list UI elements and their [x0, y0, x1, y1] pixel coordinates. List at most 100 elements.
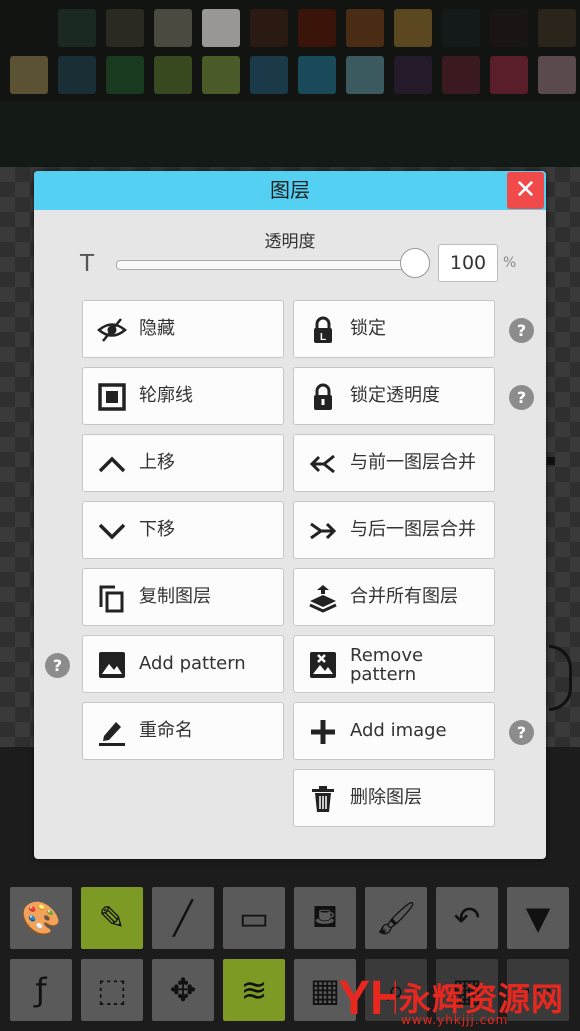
opacity-slider-handle[interactable] [400, 248, 430, 278]
layers-tool-button[interactable]: ≋ [223, 959, 285, 1021]
palette-swatch[interactable] [202, 56, 240, 94]
watermark-logo: YH [338, 972, 396, 1024]
fill-bucket-tool-button[interactable]: ⛾ [294, 887, 356, 949]
palette-swatch[interactable] [106, 9, 144, 47]
dialog-title: 图层 [270, 178, 310, 202]
delete-layer-label: 删除图层 [350, 787, 422, 808]
layers-merge-icon [309, 585, 337, 613]
lock-transparency-label: 锁定透明度 [350, 385, 440, 406]
close-button[interactable]: ✕ [507, 172, 544, 209]
undo-tool-button[interactable]: ↶ [436, 887, 498, 949]
add-pattern-button[interactable]: Add pattern [82, 635, 284, 693]
merge-all-layers-button[interactable]: 合并所有图层 [293, 568, 495, 626]
help-icon[interactable]: ? [509, 318, 534, 343]
eyedropper-tool-button[interactable]: ╱ [152, 887, 214, 949]
canvas-stroke [547, 457, 555, 465]
undo-icon: ↶ [453, 899, 481, 937]
merge-next-icon [310, 522, 337, 540]
transform-tool-button[interactable]: ⬚ [81, 959, 143, 1021]
hide-button[interactable]: 隐藏 [82, 300, 284, 358]
trash-icon [312, 786, 334, 812]
palette-swatch[interactable] [298, 56, 336, 94]
merge-next-button[interactable]: 与后一图层合并 [293, 501, 495, 559]
merge-previous-icon [309, 454, 335, 474]
opacity-input[interactable]: 100 [438, 244, 498, 282]
pencil-icon: ✎ [98, 899, 126, 937]
palette-swatch[interactable] [154, 56, 192, 94]
remove-pattern-button[interactable]: Remove pattern [293, 635, 495, 693]
image-remove-icon [310, 652, 336, 678]
palette-swatch[interactable] [154, 9, 192, 47]
move-down-label: 下移 [139, 519, 175, 540]
move-up-button[interactable]: 上移 [82, 434, 284, 492]
brush-tool-button[interactable]: 🖌 [365, 887, 427, 949]
palette-swatch[interactable] [538, 9, 576, 47]
help-icon[interactable]: ? [45, 653, 70, 678]
merge-previous-button[interactable]: 与前一图层合并 [293, 434, 495, 492]
palette-swatch[interactable] [346, 9, 384, 47]
palette-swatch[interactable] [250, 56, 288, 94]
outline-square-icon [98, 383, 126, 411]
lock-icon [314, 383, 332, 410]
dropdown-icon: ▼ [525, 899, 551, 937]
remove-pattern-label: Remove pattern [350, 645, 424, 685]
pencil-icon [99, 722, 125, 746]
palette-swatch[interactable] [538, 56, 576, 94]
palette-swatch[interactable] [106, 56, 144, 94]
move-tool-button[interactable]: ✥ [152, 959, 214, 1021]
eraser-tool-button[interactable]: ▭ [223, 887, 285, 949]
lock-transparency-button[interactable]: 锁定透明度 [293, 367, 495, 425]
move-down-button[interactable]: 下移 [82, 501, 284, 559]
help-icon[interactable]: ? [509, 720, 534, 745]
palette-swatch[interactable] [442, 56, 480, 94]
palette-swatch[interactable] [298, 9, 336, 47]
rename-button[interactable]: 重命名 [82, 702, 284, 760]
outline-label: 轮廓线 [139, 385, 193, 406]
canvas-stroke [549, 645, 572, 711]
help-icon[interactable]: ? [509, 385, 534, 410]
rename-label: 重命名 [139, 720, 193, 741]
svg-text:L: L [320, 332, 326, 343]
layer-dialog: 图层 ✕ 透明度 T 100 % 隐藏 L 锁定 ? 轮廓线 锁定透明度 ? 上… [34, 171, 546, 859]
move-up-label: 上移 [139, 452, 175, 473]
image-icon [99, 652, 125, 678]
fx-tool-button[interactable]: ƒ [10, 959, 72, 1021]
palette-swatch[interactable] [394, 56, 432, 94]
watermark-url: www.yhkjjj.com [401, 1013, 509, 1027]
palette-swatch[interactable] [58, 56, 96, 94]
palette-swatch[interactable] [10, 56, 48, 94]
pencil-tool-button[interactable]: ✎ [81, 887, 143, 949]
palette-swatch[interactable] [490, 9, 528, 47]
palette-swatch[interactable] [202, 9, 240, 47]
palette-swatch[interactable] [58, 9, 96, 47]
delete-layer-button[interactable]: 删除图层 [293, 769, 495, 827]
outline-button[interactable]: 轮廓线 [82, 367, 284, 425]
eraser-icon: ▭ [238, 899, 270, 937]
palette-swatch[interactable] [250, 9, 288, 47]
palette-swatch[interactable] [442, 9, 480, 47]
move-icon: ✥ [169, 971, 197, 1009]
lock-icon: L [314, 316, 332, 343]
eyedropper-icon: ╱ [173, 899, 193, 937]
palette-swatch[interactable] [394, 9, 432, 47]
opacity-slider[interactable] [116, 260, 416, 270]
palette-swatch[interactable] [490, 56, 528, 94]
opacity-label: 透明度 [264, 232, 316, 252]
add-image-button[interactable]: Add image [293, 702, 495, 760]
plus-icon [311, 720, 335, 744]
copy-icon [99, 585, 124, 613]
dropdown-tool-button[interactable]: ▼ [507, 887, 569, 949]
percent-unit: % [503, 255, 517, 271]
text-t-icon: T [80, 251, 95, 277]
duplicate-layer-button[interactable]: 复制图层 [82, 568, 284, 626]
eye-slash-icon [97, 318, 127, 342]
merge-next-label: 与后一图层合并 [350, 519, 476, 540]
merge-all-layers-label: 合并所有图层 [350, 586, 458, 607]
palette-swatch[interactable] [346, 56, 384, 94]
palette-separator [0, 102, 580, 167]
palette-tool-button[interactable]: 🎨 [10, 887, 72, 949]
svg-text:YH: YH [338, 972, 396, 1024]
lock-button[interactable]: L 锁定 [293, 300, 495, 358]
chevron-down-icon [98, 523, 126, 540]
transform-icon: ⬚ [96, 971, 128, 1009]
